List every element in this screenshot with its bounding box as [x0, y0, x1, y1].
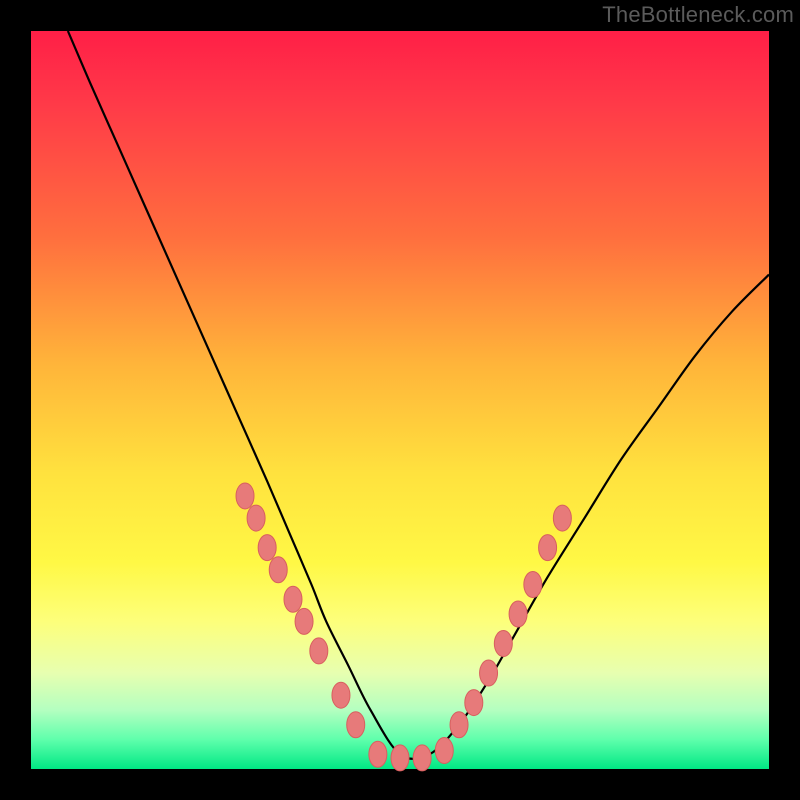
data-marker [524, 572, 542, 598]
data-marker [247, 505, 265, 531]
chart-svg [31, 31, 769, 769]
data-marker [236, 483, 254, 509]
data-marker [284, 586, 302, 612]
watermark-text: TheBottleneck.com [602, 2, 794, 28]
data-marker [539, 535, 557, 561]
data-marker [258, 535, 276, 561]
data-marker [494, 631, 512, 657]
data-marker [332, 682, 350, 708]
bottleneck-curve [68, 31, 769, 759]
chart-frame: TheBottleneck.com [0, 0, 800, 800]
data-marker [450, 712, 468, 738]
data-marker [295, 608, 313, 634]
data-marker [465, 690, 483, 716]
data-marker [347, 712, 365, 738]
data-marker [413, 745, 431, 771]
chart-plot-area [31, 31, 769, 769]
data-marker [269, 557, 287, 583]
data-marker [509, 601, 527, 627]
data-marker [480, 660, 498, 686]
data-marker [310, 638, 328, 664]
data-marker [369, 741, 387, 767]
data-marker [553, 505, 571, 531]
data-marker [391, 745, 409, 771]
data-marker [435, 738, 453, 764]
